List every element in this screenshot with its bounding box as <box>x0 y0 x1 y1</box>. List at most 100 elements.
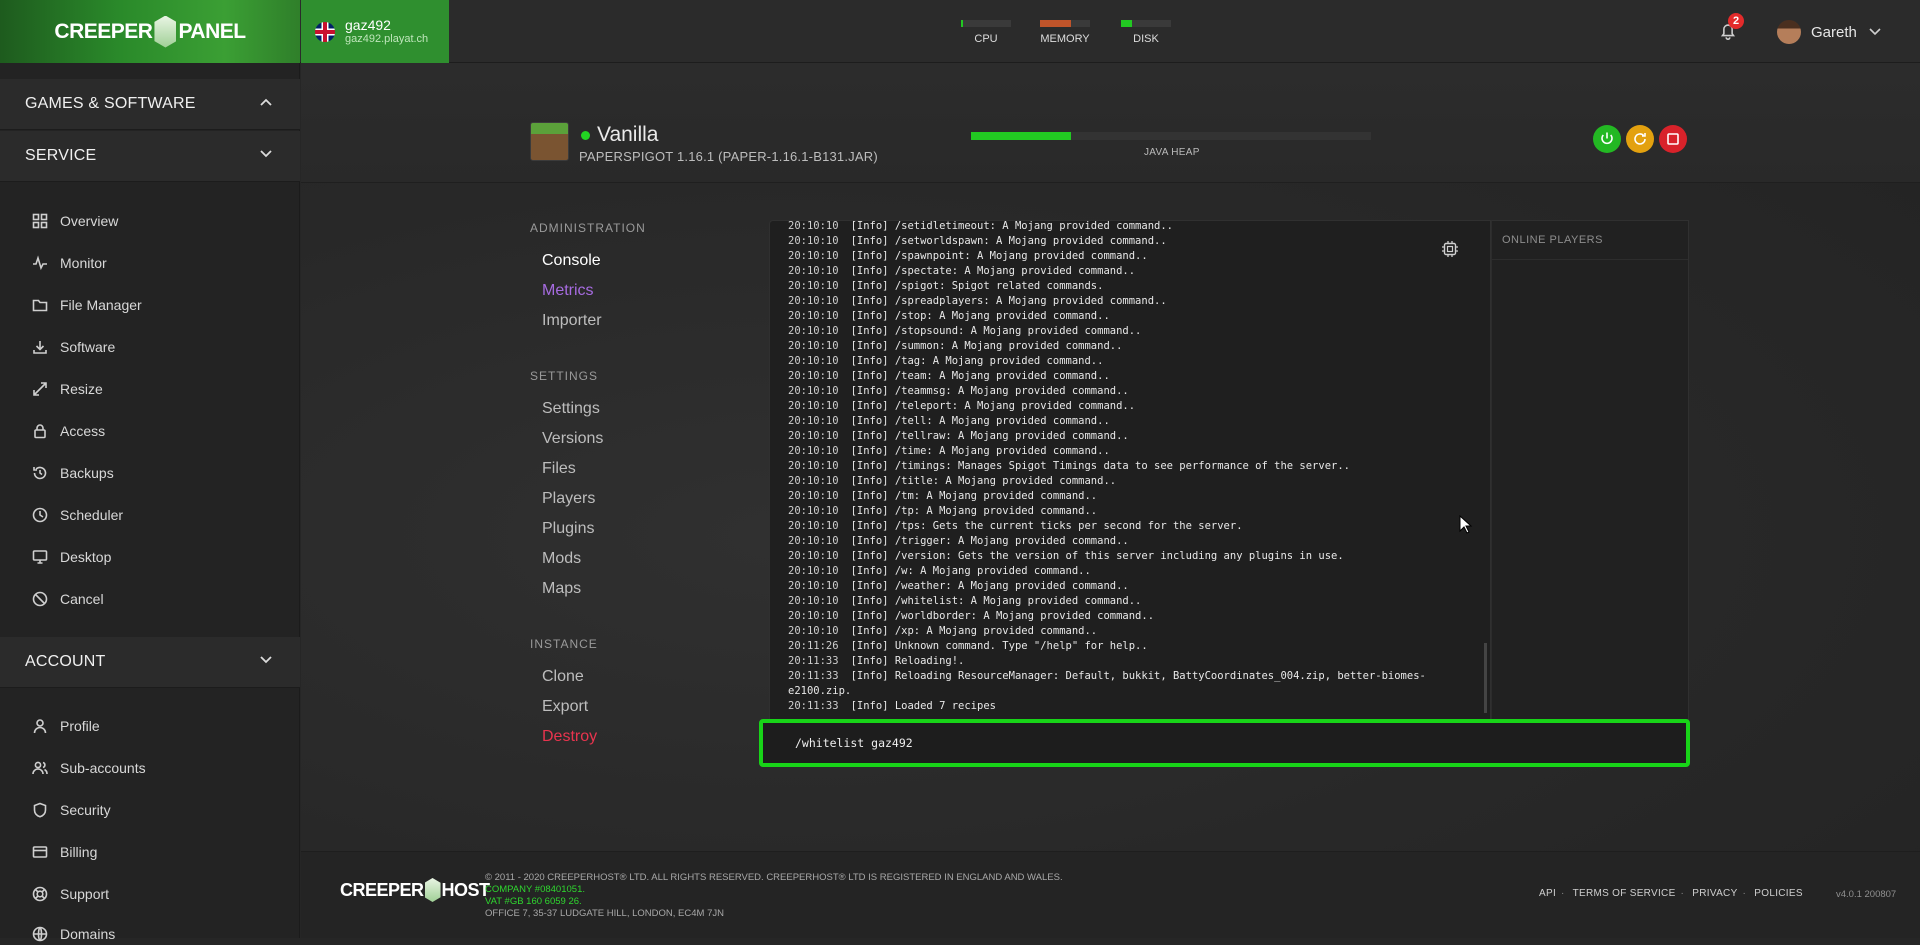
console-message: [Info] /worldborder: A Mojang provided c… <box>850 610 1155 622</box>
section-service[interactable]: SERVICE <box>0 131 300 182</box>
section-account[interactable]: ACCOUNT <box>0 637 300 688</box>
admin-nav-heading-administration: ADMINISTRATION <box>530 221 646 235</box>
footer-vat-number: VAT #GB 160 6059 26. <box>485 896 582 907</box>
console-message: [Info] /teleport: A Mojang provided comm… <box>850 400 1136 412</box>
shield-icon <box>33 802 47 818</box>
sidebar-item-backups[interactable]: Backups <box>32 462 114 484</box>
footer-link-api[interactable]: API <box>1539 888 1556 899</box>
server-host: gaz492.playat.ch <box>345 32 429 45</box>
console-timestamp: 20:10:10 <box>788 475 839 487</box>
console-timestamp: 20:10:10 <box>788 535 839 547</box>
console-timestamp: 20:10:10 <box>788 520 839 532</box>
uk-flag-icon <box>315 21 335 42</box>
console-message: [Info] /spawnpoint: A Mojang provided co… <box>850 250 1148 262</box>
cancel-icon <box>32 591 48 607</box>
admin-nav-clone[interactable]: Clone <box>542 668 584 686</box>
console-line: 20:10:10 [Info] /setidletimeout: A Mojang… <box>788 220 1468 234</box>
cpu-label: CPU <box>974 33 998 45</box>
console-scrollbar[interactable] <box>1484 643 1487 713</box>
footer-company-number: COMPANY #08401051. <box>485 884 585 895</box>
console-line: 20:11:33 [Info] Reloading!. <box>788 654 1468 669</box>
sidebar-item-software[interactable]: Software <box>32 336 115 358</box>
admin-nav-versions[interactable]: Versions <box>542 430 603 448</box>
sidebar-item-overview[interactable]: Overview <box>32 210 118 232</box>
sidebar-item-access[interactable]: Access <box>32 420 105 442</box>
sidebar-item-scheduler[interactable]: Scheduler <box>32 504 123 526</box>
chevron-down-icon <box>1869 28 1881 36</box>
console-message: [Info] /time: A Mojang provided command.… <box>850 445 1110 457</box>
footer-logo-left: CREEPER <box>340 879 424 900</box>
sidebar: GAMES & SOFTWARE SERVICE Overview Monito… <box>0 63 300 942</box>
admin-nav-players[interactable]: Players <box>542 490 595 508</box>
creeperpanel-logo[interactable]: CREEPER PANEL <box>0 0 300 63</box>
footer-link-privacy[interactable]: PRIVACY <box>1692 888 1737 899</box>
console-timestamp: 20:10:10 <box>788 325 839 337</box>
console-message: [Info] /teammsg: A Mojang provided comma… <box>850 385 1129 397</box>
console-line: 20:10:10 [Info] /team: A Mojang provided … <box>788 369 1468 384</box>
console-timestamp: 20:10:10 <box>788 265 839 277</box>
console-line: 20:11:33 [Info] Reloading ResourceManager… <box>788 669 1468 684</box>
admin-nav-export[interactable]: Export <box>542 698 588 716</box>
console-line: 20:10:10 [Info] /summon: A Mojang provide… <box>788 339 1468 354</box>
sidebar-item-sub-accounts[interactable]: Sub-accounts <box>32 757 146 779</box>
console-line: 20:10:10 [Info] /setworldspawn: A Mojang … <box>788 234 1468 249</box>
console-timestamp: 20:10:10 <box>788 250 839 262</box>
console-command-input[interactable]: /whitelist gaz492 <box>759 719 1690 767</box>
user-menu[interactable]: Gareth <box>1777 20 1881 44</box>
sidebar-item-file-manager[interactable]: File Manager <box>32 294 142 316</box>
sidebar-item-resize[interactable]: Resize <box>32 378 103 400</box>
footer-link-terms[interactable]: TERMS OF SERVICE <box>1573 888 1676 899</box>
sidebar-item-label: Security <box>60 802 111 818</box>
admin-nav-importer[interactable]: Importer <box>542 312 602 330</box>
section-games-software[interactable]: GAMES & SOFTWARE <box>0 79 300 130</box>
monitor-icon <box>32 550 48 564</box>
console-message: [Info] /setworldspawn: A Mojang provided… <box>850 235 1167 247</box>
admin-nav-heading-settings: SETTINGS <box>530 369 599 383</box>
console-line: 20:10:10 [Info] /trigger: A Mojang provid… <box>788 534 1468 549</box>
refresh-icon <box>1634 133 1646 145</box>
console-message: [Info] /timings: Manages Spigot Timings … <box>850 460 1350 472</box>
stop-button[interactable] <box>1659 125 1687 153</box>
sidebar-item-domains[interactable]: Domains <box>32 923 115 945</box>
memory-meter: MEMORY <box>1040 20 1090 45</box>
server-title: Vanilla <box>581 123 658 147</box>
sidebar-item-monitor[interactable]: Monitor <box>32 252 107 274</box>
admin-nav-plugins[interactable]: Plugins <box>542 520 594 538</box>
sidebar-item-support[interactable]: Support <box>32 883 109 905</box>
console-line: 20:10:10 [Info] /tellraw: A Mojang provid… <box>788 429 1468 444</box>
history-icon <box>33 466 47 480</box>
console-line: 20:10:10 [Info] /tag: A Mojang provided c… <box>788 354 1468 369</box>
console-line: 20:10:10 [Info] /time: A Mojang provided … <box>788 444 1468 459</box>
admin-nav-mods[interactable]: Mods <box>542 550 581 568</box>
memory-label: MEMORY <box>1040 33 1090 45</box>
sidebar-item-cancel[interactable]: Cancel <box>32 588 104 610</box>
restart-button[interactable] <box>1626 125 1654 153</box>
sidebar-item-desktop[interactable]: Desktop <box>32 546 111 568</box>
section-label: SERVICE <box>25 147 97 164</box>
sidebar-item-label: Cancel <box>60 591 104 607</box>
admin-nav-destroy[interactable]: Destroy <box>542 728 597 746</box>
admin-nav-metrics[interactable]: Metrics <box>542 282 594 300</box>
online-players-heading: ONLINE PLAYERS <box>1492 221 1688 260</box>
sidebar-item-billing[interactable]: Billing <box>32 841 97 863</box>
console-timestamp: 20:10:10 <box>788 295 839 307</box>
console-output[interactable]: 20:10:10 [Info] /setidletimeout: A Mojang… <box>769 220 1491 720</box>
admin-nav-settings[interactable]: Settings <box>542 400 600 418</box>
sidebar-item-label: File Manager <box>60 297 142 313</box>
console-message: [Info] /tps: Gets the current ticks per … <box>850 520 1243 532</box>
sidebar-item-profile[interactable]: Profile <box>32 715 100 737</box>
sidebar-item-security[interactable]: Security <box>32 799 111 821</box>
admin-nav-files[interactable]: Files <box>542 460 576 478</box>
stop-icon <box>1667 133 1679 145</box>
admin-nav-console[interactable]: Console <box>542 252 601 270</box>
section-label: ACCOUNT <box>25 653 106 670</box>
admin-nav-maps[interactable]: Maps <box>542 580 581 598</box>
start-button[interactable] <box>1593 125 1621 153</box>
server-selector[interactable]: gaz492 gaz492.playat.ch <box>301 0 449 63</box>
footer-link-policies[interactable]: POLICIES <box>1754 888 1803 899</box>
console-message: [Info] /trigger: A Mojang provided comma… <box>850 535 1129 547</box>
sidebar-item-label: Software <box>60 339 116 355</box>
creeperhost-logo[interactable]: CREEPER HOST <box>340 878 490 902</box>
console-timestamp: 20:10:10 <box>788 220 839 232</box>
cpu-chip-icon[interactable] <box>1440 239 1460 259</box>
